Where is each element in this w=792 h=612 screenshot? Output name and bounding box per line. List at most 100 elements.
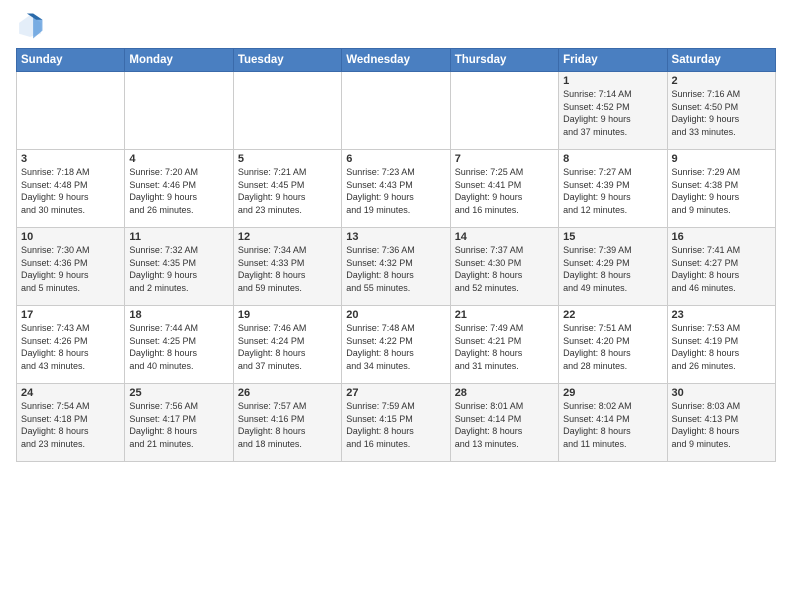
day-cell: 16Sunrise: 7:41 AM Sunset: 4:27 PM Dayli… — [667, 228, 775, 306]
day-info: Sunrise: 7:48 AM Sunset: 4:22 PM Dayligh… — [346, 322, 445, 372]
day-cell: 27Sunrise: 7:59 AM Sunset: 4:15 PM Dayli… — [342, 384, 450, 462]
col-header-saturday: Saturday — [667, 49, 775, 72]
day-info: Sunrise: 7:53 AM Sunset: 4:19 PM Dayligh… — [672, 322, 771, 372]
day-number: 21 — [455, 309, 554, 321]
day-cell — [342, 72, 450, 150]
day-cell: 20Sunrise: 7:48 AM Sunset: 4:22 PM Dayli… — [342, 306, 450, 384]
day-number: 14 — [455, 231, 554, 243]
day-cell: 8Sunrise: 7:27 AM Sunset: 4:39 PM Daylig… — [559, 150, 667, 228]
day-number: 12 — [238, 231, 337, 243]
day-cell: 13Sunrise: 7:36 AM Sunset: 4:32 PM Dayli… — [342, 228, 450, 306]
day-info: Sunrise: 7:36 AM Sunset: 4:32 PM Dayligh… — [346, 244, 445, 294]
day-info: Sunrise: 8:01 AM Sunset: 4:14 PM Dayligh… — [455, 400, 554, 450]
day-number: 6 — [346, 153, 445, 165]
day-number: 30 — [672, 387, 771, 399]
day-number: 5 — [238, 153, 337, 165]
col-header-sunday: Sunday — [17, 49, 125, 72]
day-cell — [233, 72, 341, 150]
day-number: 1 — [563, 75, 662, 87]
logo — [16, 12, 48, 40]
header-row: SundayMondayTuesdayWednesdayThursdayFrid… — [17, 49, 776, 72]
col-header-thursday: Thursday — [450, 49, 558, 72]
day-number: 27 — [346, 387, 445, 399]
day-number: 23 — [672, 309, 771, 321]
day-cell: 22Sunrise: 7:51 AM Sunset: 4:20 PM Dayli… — [559, 306, 667, 384]
day-info: Sunrise: 7:16 AM Sunset: 4:50 PM Dayligh… — [672, 88, 771, 138]
day-info: Sunrise: 7:43 AM Sunset: 4:26 PM Dayligh… — [21, 322, 120, 372]
day-cell: 1Sunrise: 7:14 AM Sunset: 4:52 PM Daylig… — [559, 72, 667, 150]
day-cell: 10Sunrise: 7:30 AM Sunset: 4:36 PM Dayli… — [17, 228, 125, 306]
day-cell: 26Sunrise: 7:57 AM Sunset: 4:16 PM Dayli… — [233, 384, 341, 462]
day-number: 8 — [563, 153, 662, 165]
week-row-4: 17Sunrise: 7:43 AM Sunset: 4:26 PM Dayli… — [17, 306, 776, 384]
day-number: 26 — [238, 387, 337, 399]
day-cell: 21Sunrise: 7:49 AM Sunset: 4:21 PM Dayli… — [450, 306, 558, 384]
day-cell: 2Sunrise: 7:16 AM Sunset: 4:50 PM Daylig… — [667, 72, 775, 150]
day-number: 28 — [455, 387, 554, 399]
week-row-2: 3Sunrise: 7:18 AM Sunset: 4:48 PM Daylig… — [17, 150, 776, 228]
day-cell: 23Sunrise: 7:53 AM Sunset: 4:19 PM Dayli… — [667, 306, 775, 384]
day-cell — [17, 72, 125, 150]
day-number: 11 — [129, 231, 228, 243]
day-number: 2 — [672, 75, 771, 87]
day-number: 24 — [21, 387, 120, 399]
day-info: Sunrise: 7:27 AM Sunset: 4:39 PM Dayligh… — [563, 166, 662, 216]
day-cell: 12Sunrise: 7:34 AM Sunset: 4:33 PM Dayli… — [233, 228, 341, 306]
day-info: Sunrise: 7:54 AM Sunset: 4:18 PM Dayligh… — [21, 400, 120, 450]
day-info: Sunrise: 7:14 AM Sunset: 4:52 PM Dayligh… — [563, 88, 662, 138]
logo-icon — [16, 12, 44, 40]
col-header-tuesday: Tuesday — [233, 49, 341, 72]
day-number: 3 — [21, 153, 120, 165]
day-cell: 15Sunrise: 7:39 AM Sunset: 4:29 PM Dayli… — [559, 228, 667, 306]
day-number: 15 — [563, 231, 662, 243]
day-info: Sunrise: 7:41 AM Sunset: 4:27 PM Dayligh… — [672, 244, 771, 294]
day-cell: 24Sunrise: 7:54 AM Sunset: 4:18 PM Dayli… — [17, 384, 125, 462]
day-number: 13 — [346, 231, 445, 243]
col-header-wednesday: Wednesday — [342, 49, 450, 72]
day-number: 20 — [346, 309, 445, 321]
day-info: Sunrise: 7:57 AM Sunset: 4:16 PM Dayligh… — [238, 400, 337, 450]
page: SundayMondayTuesdayWednesdayThursdayFrid… — [0, 0, 792, 470]
day-cell: 25Sunrise: 7:56 AM Sunset: 4:17 PM Dayli… — [125, 384, 233, 462]
day-info: Sunrise: 7:37 AM Sunset: 4:30 PM Dayligh… — [455, 244, 554, 294]
day-info: Sunrise: 7:32 AM Sunset: 4:35 PM Dayligh… — [129, 244, 228, 294]
day-cell: 29Sunrise: 8:02 AM Sunset: 4:14 PM Dayli… — [559, 384, 667, 462]
day-info: Sunrise: 7:34 AM Sunset: 4:33 PM Dayligh… — [238, 244, 337, 294]
day-info: Sunrise: 7:20 AM Sunset: 4:46 PM Dayligh… — [129, 166, 228, 216]
day-info: Sunrise: 8:02 AM Sunset: 4:14 PM Dayligh… — [563, 400, 662, 450]
day-info: Sunrise: 7:59 AM Sunset: 4:15 PM Dayligh… — [346, 400, 445, 450]
day-cell — [450, 72, 558, 150]
day-info: Sunrise: 7:56 AM Sunset: 4:17 PM Dayligh… — [129, 400, 228, 450]
day-number: 29 — [563, 387, 662, 399]
day-cell: 19Sunrise: 7:46 AM Sunset: 4:24 PM Dayli… — [233, 306, 341, 384]
day-number: 19 — [238, 309, 337, 321]
day-cell: 14Sunrise: 7:37 AM Sunset: 4:30 PM Dayli… — [450, 228, 558, 306]
day-cell: 11Sunrise: 7:32 AM Sunset: 4:35 PM Dayli… — [125, 228, 233, 306]
day-cell: 5Sunrise: 7:21 AM Sunset: 4:45 PM Daylig… — [233, 150, 341, 228]
day-number: 7 — [455, 153, 554, 165]
day-number: 9 — [672, 153, 771, 165]
week-row-3: 10Sunrise: 7:30 AM Sunset: 4:36 PM Dayli… — [17, 228, 776, 306]
col-header-monday: Monday — [125, 49, 233, 72]
week-row-1: 1Sunrise: 7:14 AM Sunset: 4:52 PM Daylig… — [17, 72, 776, 150]
day-cell: 7Sunrise: 7:25 AM Sunset: 4:41 PM Daylig… — [450, 150, 558, 228]
day-info: Sunrise: 7:51 AM Sunset: 4:20 PM Dayligh… — [563, 322, 662, 372]
day-number: 17 — [21, 309, 120, 321]
day-number: 10 — [21, 231, 120, 243]
day-info: Sunrise: 7:30 AM Sunset: 4:36 PM Dayligh… — [21, 244, 120, 294]
day-number: 18 — [129, 309, 228, 321]
day-cell: 18Sunrise: 7:44 AM Sunset: 4:25 PM Dayli… — [125, 306, 233, 384]
day-cell: 17Sunrise: 7:43 AM Sunset: 4:26 PM Dayli… — [17, 306, 125, 384]
day-info: Sunrise: 7:44 AM Sunset: 4:25 PM Dayligh… — [129, 322, 228, 372]
day-info: Sunrise: 7:21 AM Sunset: 4:45 PM Dayligh… — [238, 166, 337, 216]
day-info: Sunrise: 7:29 AM Sunset: 4:38 PM Dayligh… — [672, 166, 771, 216]
day-info: Sunrise: 7:18 AM Sunset: 4:48 PM Dayligh… — [21, 166, 120, 216]
day-number: 16 — [672, 231, 771, 243]
day-cell: 6Sunrise: 7:23 AM Sunset: 4:43 PM Daylig… — [342, 150, 450, 228]
day-info: Sunrise: 7:46 AM Sunset: 4:24 PM Dayligh… — [238, 322, 337, 372]
day-info: Sunrise: 8:03 AM Sunset: 4:13 PM Dayligh… — [672, 400, 771, 450]
day-number: 4 — [129, 153, 228, 165]
day-cell: 28Sunrise: 8:01 AM Sunset: 4:14 PM Dayli… — [450, 384, 558, 462]
day-cell — [125, 72, 233, 150]
header — [16, 12, 776, 40]
